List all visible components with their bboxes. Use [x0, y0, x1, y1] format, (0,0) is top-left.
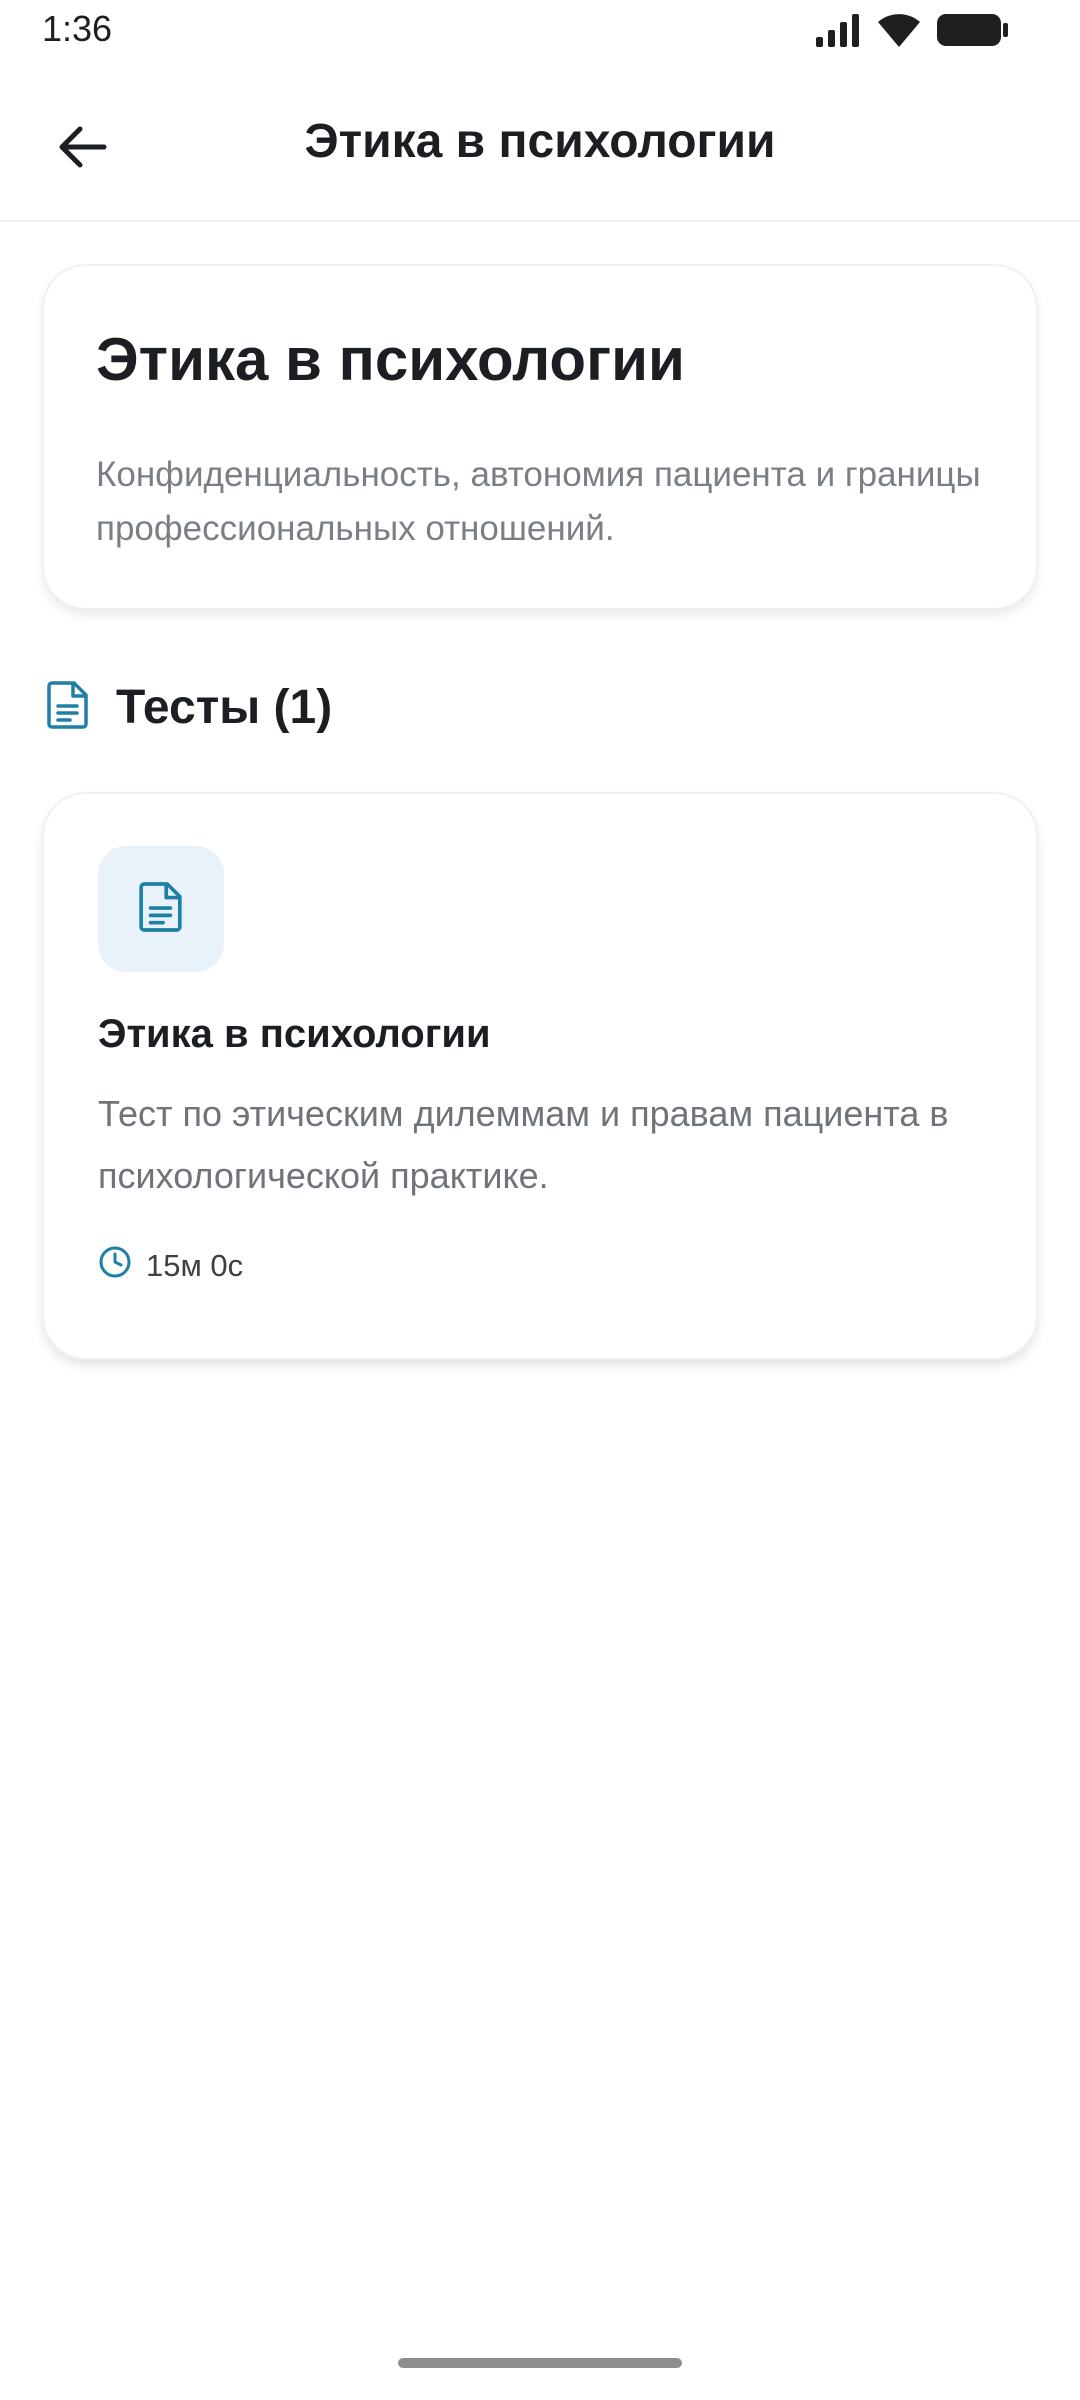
tests-section-header: Тесты (1): [46, 670, 332, 744]
page-title: Этика в психологии: [304, 115, 776, 168]
wifi-icon: [876, 12, 922, 53]
test-duration: 15м 0с: [98, 1245, 982, 1287]
test-icon-box: [98, 846, 224, 972]
status-time: 1:36: [42, 8, 113, 49]
topic-description: Конфиденциальность, автономия пациента и…: [96, 455, 981, 548]
test-duration-text: 15м 0с: [146, 1248, 244, 1283]
clock-icon: [98, 1245, 132, 1287]
topic-card: Этика в психологии Конфиденциальность, а…: [42, 264, 1038, 610]
tests-section-title: Тесты (1): [116, 680, 333, 734]
status-bar: 1:36: [0, 0, 1080, 62]
status-icons: [814, 12, 1010, 53]
home-indicator[interactable]: [398, 2358, 682, 2368]
app-bar: Этика в психологии: [0, 62, 1080, 222]
document-icon: [46, 680, 90, 735]
test-card[interactable]: Этика в психологии Тест по этическим дил…: [42, 792, 1038, 1360]
topic-title: Этика в психологии: [96, 326, 685, 393]
signal-icon: [814, 13, 862, 52]
document-icon: [138, 880, 184, 939]
test-description: Тест по этическим дилеммам и правам паци…: [98, 1093, 949, 1196]
test-title: Этика в психологии: [98, 1012, 491, 1056]
battery-icon: [936, 12, 1010, 53]
